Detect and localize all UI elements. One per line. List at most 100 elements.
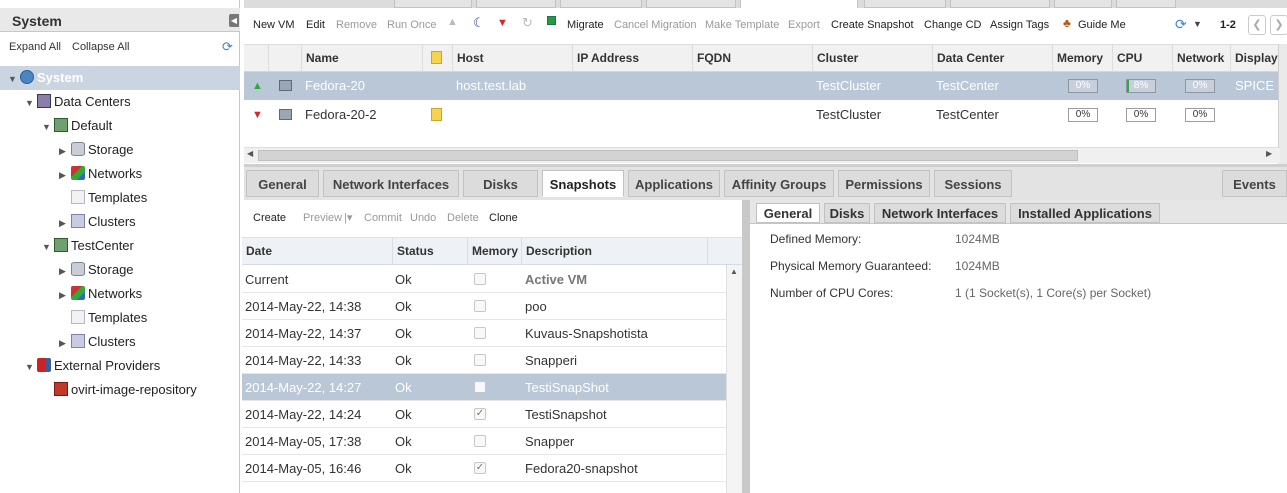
- tab-affinity-groups[interactable]: Affinity Groups: [724, 170, 834, 197]
- scroll-right-icon[interactable]: ▶: [1266, 149, 1272, 158]
- grid-vertical-scrollbar[interactable]: [1278, 44, 1287, 164]
- tab-permissions[interactable]: Permissions: [838, 170, 930, 197]
- export-button[interactable]: Export: [788, 19, 820, 31]
- reboot-icon[interactable]: ↻: [522, 15, 533, 31]
- expanded-arrow-icon[interactable]: ▼: [25, 91, 37, 115]
- main-tab[interactable]: [646, 0, 736, 8]
- column-header-ip-address[interactable]: IP Address: [572, 45, 692, 72]
- tab-snapshots[interactable]: Snapshots: [542, 170, 624, 197]
- snapshot-row[interactable]: 2014-May-22, 14:33 Ok Snapperi: [242, 347, 726, 374]
- collapsed-arrow-icon[interactable]: ▶: [59, 211, 71, 235]
- snapshot-row[interactable]: 2014-May-05, 17:38 Ok Snapper: [242, 428, 726, 455]
- tab-events[interactable]: Events: [1222, 170, 1287, 197]
- next-page-button[interactable]: ❯: [1270, 15, 1287, 35]
- scroll-up-icon[interactable]: ▲: [730, 267, 738, 276]
- column-header-cpu[interactable]: CPU: [1112, 45, 1172, 72]
- refresh-tree-icon[interactable]: ⟳: [222, 39, 233, 55]
- column-header-memory[interactable]: Memory: [467, 238, 521, 265]
- collapse-all-link[interactable]: Collapse All: [72, 41, 129, 53]
- column-header-name[interactable]: Name: [301, 45, 421, 72]
- expanded-arrow-icon[interactable]: ▼: [25, 355, 37, 379]
- tree-node[interactable]: ▶ Storage: [0, 258, 240, 282]
- column-header-data-center[interactable]: Data Center: [932, 45, 1052, 72]
- clone-snapshot-action[interactable]: Clone: [489, 212, 518, 224]
- detail-tab-disks[interactable]: Disks: [824, 203, 870, 223]
- snapshot-row[interactable]: 2014-May-22, 14:24 Ok ✓ TestiSnapshot: [242, 401, 726, 428]
- tree-node[interactable]: Templates: [0, 306, 240, 330]
- detail-tab-installed-applications[interactable]: Installed Applications: [1010, 203, 1160, 223]
- refresh-icon[interactable]: ⟳: [1175, 16, 1187, 33]
- remove-button[interactable]: Remove: [336, 19, 377, 31]
- tree-node[interactable]: ▼ Data Centers: [0, 90, 240, 114]
- column-header-description[interactable]: Description: [521, 238, 707, 265]
- column-header-comment[interactable]: [422, 45, 452, 72]
- run-up-arrow-icon[interactable]: ▲: [447, 16, 458, 28]
- create-snapshot-button[interactable]: Create Snapshot: [831, 19, 914, 31]
- preview-snapshot-action[interactable]: Preview: [303, 212, 342, 224]
- column-header-network[interactable]: Network: [1172, 45, 1230, 72]
- new-vm-button[interactable]: New VM: [253, 19, 295, 31]
- tree-node[interactable]: ▼ Default: [0, 114, 240, 138]
- preview-dropdown-icon[interactable]: |▾: [344, 211, 352, 224]
- collapsed-arrow-icon[interactable]: ▶: [59, 283, 71, 307]
- tree-node[interactable]: ▶ Clusters: [0, 210, 240, 234]
- column-header-cluster[interactable]: Cluster: [812, 45, 932, 72]
- tree-node[interactable]: ▶ Networks: [0, 282, 240, 306]
- assign-tags-button[interactable]: Assign Tags: [990, 19, 1049, 31]
- snapshot-vertical-scrollbar[interactable]: ▲: [726, 265, 742, 493]
- previous-page-button[interactable]: ❮: [1248, 15, 1266, 35]
- snapshot-row[interactable]: 2014-May-22, 14:37 Ok Kuvaus-Snapshotista: [242, 320, 726, 347]
- commit-snapshot-action[interactable]: Commit: [364, 212, 402, 224]
- main-tab[interactable]: [560, 0, 642, 8]
- make-template-button[interactable]: Make Template: [705, 19, 779, 31]
- tab-network-interfaces[interactable]: Network Interfaces: [323, 170, 459, 197]
- vm-row[interactable]: ▲ Fedora-20 host.test.lab TestCluster TestCe…: [244, 72, 1287, 100]
- undo-snapshot-action[interactable]: Undo: [410, 212, 436, 224]
- column-header-fqdn[interactable]: FQDN: [692, 45, 812, 72]
- horizontal-scroll-thumb[interactable]: [258, 150, 1078, 161]
- snapshot-row[interactable]: 2014-May-22, 14:27 Ok TestiSnapShot: [242, 374, 726, 401]
- main-tab[interactable]: [476, 0, 556, 8]
- main-tab[interactable]: [864, 0, 946, 8]
- create-snapshot-action[interactable]: Create: [253, 212, 286, 224]
- collapsed-arrow-icon[interactable]: ▶: [59, 163, 71, 187]
- main-tab[interactable]: [1116, 0, 1176, 8]
- suspend-moon-icon[interactable]: ☾: [473, 15, 485, 31]
- scroll-left-icon[interactable]: ◀: [247, 149, 253, 158]
- main-tab[interactable]: [394, 0, 472, 8]
- column-header-host[interactable]: Host: [452, 45, 572, 72]
- tab-sessions[interactable]: Sessions: [934, 170, 1012, 197]
- panel-splitter[interactable]: [742, 200, 750, 493]
- column-header-date[interactable]: Date: [242, 238, 392, 265]
- snapshot-row[interactable]: 2014-May-22, 14:38 Ok poo: [242, 293, 726, 320]
- expanded-arrow-icon[interactable]: ▼: [8, 67, 20, 91]
- detail-tab-network-interfaces[interactable]: Network Interfaces: [874, 203, 1006, 223]
- refresh-dropdown-icon[interactable]: ▼: [1193, 19, 1202, 29]
- collapse-panel-icon[interactable]: ◀: [229, 14, 239, 27]
- expanded-arrow-icon[interactable]: ▼: [42, 115, 54, 139]
- collapsed-arrow-icon[interactable]: ▶: [59, 139, 71, 163]
- shutdown-down-arrow-icon[interactable]: ▼: [497, 17, 508, 29]
- guide-me-button[interactable]: Guide Me: [1078, 19, 1126, 31]
- snapshot-row[interactable]: Current Ok Active VM: [242, 266, 726, 293]
- change-cd-button[interactable]: Change CD: [924, 19, 981, 31]
- tree-node[interactable]: ovirt-image-repository: [0, 378, 240, 402]
- tab-disks[interactable]: Disks: [463, 170, 538, 197]
- tree-node[interactable]: ▼ External Providers: [0, 354, 240, 378]
- snapshot-row[interactable]: 2014-May-05, 16:46 Ok ✓ Fedora20-snapshot: [242, 455, 726, 482]
- vm-row[interactable]: ▼ Fedora-20-2 TestCluster TestCenter 0% 0% 0%: [244, 101, 1287, 129]
- column-header-status[interactable]: Status: [392, 238, 467, 265]
- migrate-button[interactable]: Migrate: [567, 19, 604, 31]
- tree-node[interactable]: ▼ TestCenter: [0, 234, 240, 258]
- tree-node[interactable]: ▶ Storage: [0, 138, 240, 162]
- tab-applications[interactable]: Applications: [628, 170, 720, 197]
- tree-node[interactable]: ▼ System: [0, 66, 240, 90]
- column-header-memory[interactable]: Memory: [1052, 45, 1112, 72]
- main-tab-active[interactable]: [740, 0, 858, 8]
- type-column-header[interactable]: [268, 45, 296, 72]
- delete-snapshot-action[interactable]: Delete: [447, 212, 479, 224]
- edit-button[interactable]: Edit: [306, 19, 325, 31]
- tree-node[interactable]: Templates: [0, 186, 240, 210]
- expand-all-link[interactable]: Expand All: [9, 41, 61, 53]
- collapsed-arrow-icon[interactable]: ▶: [59, 331, 71, 355]
